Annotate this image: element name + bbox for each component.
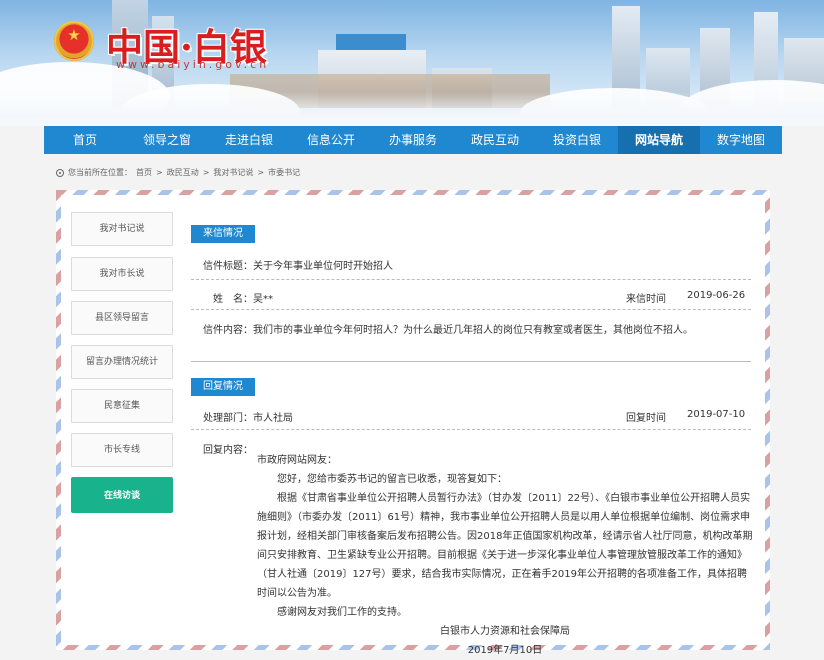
reply-body-text: 根据《甘肃省事业单位公开招聘人员暂行办法》（甘办发〔2011〕22号）、《白银市… [257,493,753,599]
letter-name: 吴** [253,294,273,305]
main-nav: 首页 领导之窗 走进白银 信息公开 办事服务 政民互动 投资白银 网站导航 数字… [44,126,782,154]
banner-fade [0,92,824,126]
nav-item-home[interactable]: 首页 [44,126,126,154]
nav-item-map[interactable]: 数字地图 [700,126,782,154]
reply-thanks: 感谢网友对我们工作的支持。 [277,607,407,618]
section-divider [191,361,751,362]
sidebar-item-mayor-hotline[interactable]: 市长专线 [71,433,173,467]
letter-content-row: 信件内容：我们市的事业单位今年何时招人？为什么最近几年招人的岗位只有教室或者医生… [203,321,743,336]
sidebar-item-online-interview[interactable]: 在线访谈 [71,477,173,513]
reply-signature: 白银市人力资源和社会保障局 [440,626,570,637]
site-url: www.baiyin.gov.cn [116,58,270,71]
sidebar-item-secretary[interactable]: 我对书记说 [71,212,173,246]
reply-dept-row: 处理部门：市人社局 [203,409,293,424]
sidebar-item-mayor[interactable]: 我对市长说 [71,257,173,291]
breadcrumb-item-interaction[interactable]: 政民互动 [167,167,199,178]
sidebar-item-statistics[interactable]: 留言办理情况统计 [71,345,173,379]
reply-dept-label: 处理部门： [203,413,253,424]
building-decoration [336,34,406,50]
nav-item-about[interactable]: 走进白银 [208,126,290,154]
breadcrumb-separator: > [156,168,163,177]
sidebar-item-county-leaders[interactable]: 县区领导留言 [71,301,173,335]
letter-subject-label: 信件标题： [203,261,253,272]
nav-item-leaders[interactable]: 领导之窗 [126,126,208,154]
reply-greeting: 市政府网站网友： [257,455,337,466]
divider [191,429,751,430]
breadcrumb-item-home[interactable]: 首页 [136,167,152,178]
letter-date-label: 来信时间 [626,294,666,305]
breadcrumb-separator: > [202,168,210,177]
location-pin-icon [56,168,64,177]
national-emblem-icon: ★ [54,21,94,61]
nav-item-sitemap[interactable]: 网站导航 [618,126,700,154]
reply-section-title: 回复情况 [191,378,255,396]
star-icon: ★ [67,26,81,44]
breadcrumb-separator: > [257,168,265,177]
nav-item-info[interactable]: 信息公开 [290,126,372,154]
letter-envelope-frame: 我对书记说 我对市长说 县区领导留言 留言办理情况统计 民意征集 市长专线 在线… [56,190,770,656]
letter-subject: 关于今年事业单位何时开始招人 [253,261,393,272]
reply-content-label: 回复内容： [203,445,253,456]
letter-section-title: 来信情况 [191,225,255,243]
letter-content-label: 信件内容： [203,325,253,336]
breadcrumb-item-current[interactable]: 市委书记 [268,167,300,178]
reply-intro: 您好，您给市委苏书记的留言已收悉，现答复如下： [277,474,507,485]
breadcrumb-item-secretary[interactable]: 我对书记说 [213,167,253,178]
breadcrumb-prefix: 您当前所在位置： [68,168,132,177]
sidebar-item-opinion[interactable]: 民意征集 [71,389,173,423]
letter-content: 我们市的事业单位今年何时招人？为什么最近几年招人的岗位只有教室或者医生，其他岗位… [253,325,693,336]
divider [191,309,751,310]
letter-name-label: 姓 名： [213,294,253,305]
reply-date-label: 回复时间 [626,413,666,424]
header-banner: ★ 中国·白银 www.baiyin.gov.cn [0,0,824,126]
reply-content: 市政府网站网友： 您好，您给市委苏书记的留言已收悉，现答复如下： 根据《甘肃省事… [257,451,753,660]
reply-dept: 市人社局 [253,413,293,424]
reply-date: 2019-07-10 [687,409,746,420]
nav-item-interaction[interactable]: 政民互动 [454,126,536,154]
reply-sign-date: 2019年7月10日 [467,645,543,656]
divider [191,279,751,280]
letter-panel: 我对书记说 我对市长说 县区领导留言 留言办理情况统计 民意征集 市长专线 在线… [61,195,765,656]
nav-item-services[interactable]: 办事服务 [372,126,454,154]
nav-item-invest[interactable]: 投资白银 [536,126,618,154]
breadcrumb: 您当前所在位置： 首页 > 政民互动 > 我对书记说 > 市委书记 [56,167,300,178]
letter-date: 2019-06-26 [687,290,746,301]
letter-subject-row: 信件标题：关于今年事业单位何时开始招人 [203,257,393,272]
letter-name-row: 姓 名：吴** [213,290,273,305]
